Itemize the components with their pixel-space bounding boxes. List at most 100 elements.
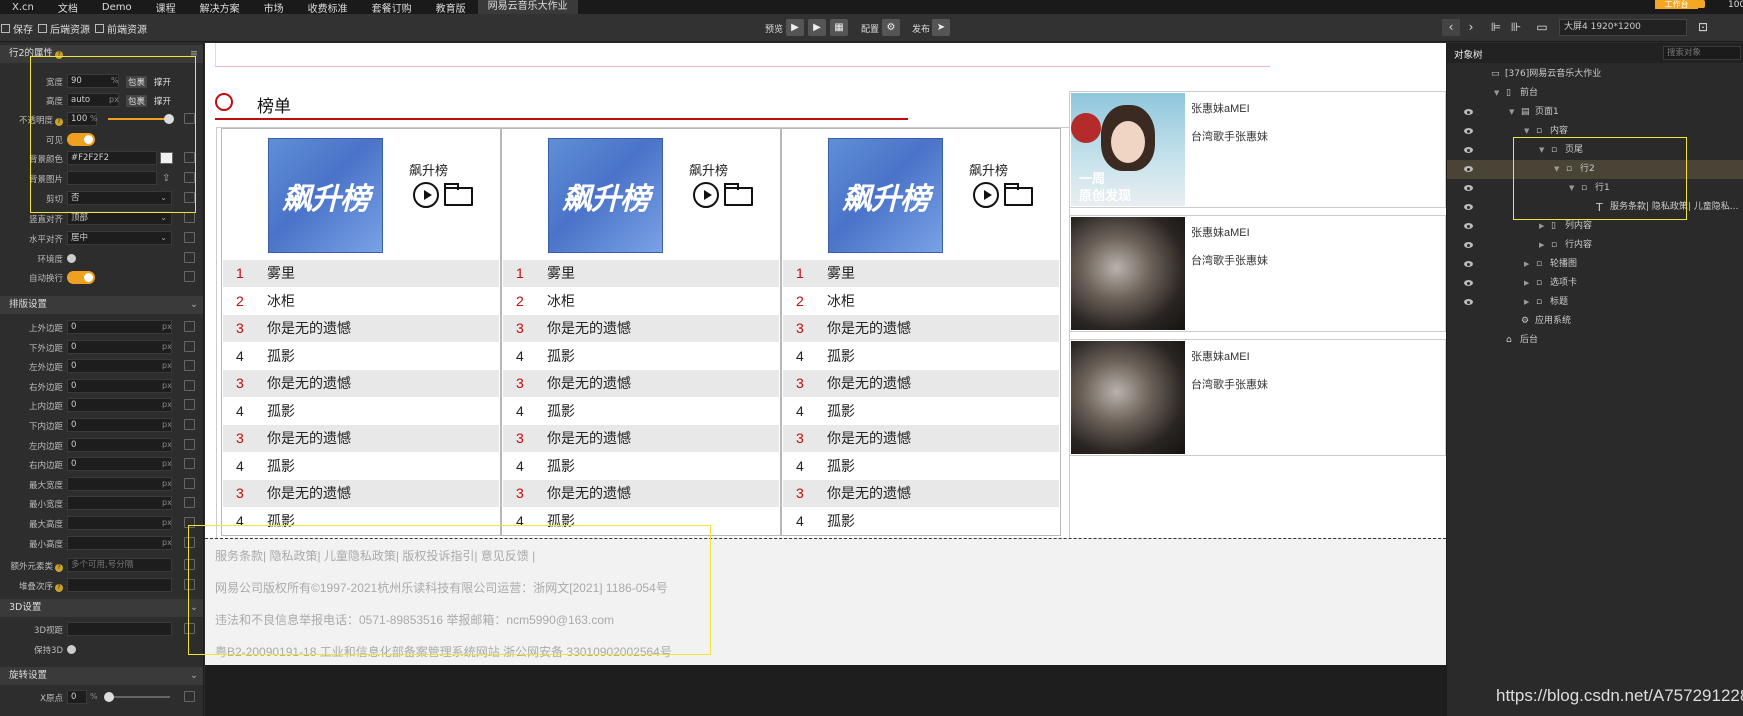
song-row[interactable]: 4 孤影: [503, 343, 779, 370]
view3d-input[interactable]: [67, 622, 172, 636]
copy-icon[interactable]: [184, 497, 195, 509]
object-search-input[interactable]: 搜索对象: [1663, 46, 1741, 60]
song-row[interactable]: 4 孤影: [223, 398, 499, 425]
song-row[interactable]: 3 你是无的遗憾: [503, 480, 779, 507]
extra-class-input[interactable]: 多个可用,号分隔: [67, 558, 172, 572]
halign-select[interactable]: 居中 ⌄: [67, 231, 172, 245]
menu-item-solutions[interactable]: 解决方案: [188, 0, 252, 15]
artist-card[interactable]: 张惠妹aMEI 台湾歌手张惠妹: [1069, 339, 1446, 456]
align-left-icon[interactable]: ⊫: [1487, 19, 1505, 36]
song-row[interactable]: 3 你是无的遗憾: [223, 425, 499, 452]
zindex-input[interactable]: [67, 578, 172, 592]
ranking-cover[interactable]: 飙升榜: [548, 138, 663, 253]
copy-icon[interactable]: [184, 458, 195, 470]
artist-name[interactable]: 张惠妹aMEI: [1191, 224, 1250, 240]
copy-icon[interactable]: [184, 477, 195, 489]
grid-icon[interactable]: ▦: [830, 19, 848, 36]
chevron-icon[interactable]: ▼: [1494, 84, 1499, 103]
layout-input[interactable]: [67, 535, 172, 550]
song-row[interactable]: 2 冰柜: [783, 288, 1059, 315]
copy-icon[interactable]: [184, 212, 195, 223]
song-row[interactable]: 1 雾里: [223, 260, 499, 287]
tree-node[interactable]: ⚙ 应用系统: [1447, 312, 1743, 331]
artist-card[interactable]: 张惠妹aMEI 台湾歌手张惠妹: [1069, 215, 1446, 332]
song-row[interactable]: 3 你是无的遗憾: [783, 480, 1059, 507]
eye-icon[interactable]: [1464, 147, 1473, 153]
tree-node[interactable]: ▭ [376]网易云音乐大作业: [1447, 65, 1743, 84]
workspace-button[interactable]: 工作台: [1655, 0, 1698, 9]
chevron-icon[interactable]: ▶: [1524, 255, 1529, 274]
chevron-icon[interactable]: ▶: [1524, 293, 1529, 312]
layout-input[interactable]: 0: [67, 320, 172, 334]
eye-icon[interactable]: [1464, 280, 1473, 286]
folder-icon[interactable]: [1004, 183, 1033, 206]
fit-icon[interactable]: ⊡: [1694, 19, 1712, 36]
tree-node[interactable]: ▶ ▫ 标题: [1447, 293, 1743, 312]
copy-icon[interactable]: [184, 419, 195, 430]
artist-name[interactable]: 张惠妹aMEI: [1191, 348, 1250, 364]
frontend-resources-button[interactable]: 前端资源: [95, 21, 147, 36]
align-center-icon[interactable]: ⊪: [1507, 19, 1525, 36]
section-3d[interactable]: 3D设置 ⌄: [0, 599, 203, 617]
play-icon[interactable]: ▶: [786, 19, 804, 36]
song-row[interactable]: 4 孤影: [223, 343, 499, 370]
song-row[interactable]: 4 孤影: [783, 453, 1059, 480]
layout-input[interactable]: 0: [67, 418, 172, 432]
eye-icon[interactable]: [1464, 166, 1473, 172]
eye-icon[interactable]: [1464, 128, 1473, 134]
tree-node[interactable]: ⌂ 后台: [1447, 331, 1743, 350]
backend-resources-button[interactable]: 后端资源: [38, 21, 90, 36]
layout-input[interactable]: [67, 476, 172, 491]
valign-select[interactable]: 顶部 ⌄: [67, 211, 172, 225]
menu-item-demo[interactable]: Demo: [90, 2, 144, 13]
xorigin-slider[interactable]: [104, 692, 170, 702]
menu-item-course[interactable]: 课程: [144, 0, 188, 15]
step-play-icon[interactable]: ▶: [808, 19, 826, 36]
song-row[interactable]: 1 雾里: [503, 260, 779, 287]
menu-item-plans[interactable]: 套餐订购: [360, 0, 424, 15]
save-button[interactable]: 保存: [1, 21, 33, 36]
device-select[interactable]: 大屏4 1920*1200: [1559, 19, 1687, 36]
artist-photo[interactable]: [1071, 217, 1185, 330]
song-row[interactable]: 4 孤影: [783, 398, 1059, 425]
copy-icon[interactable]: [184, 340, 195, 352]
sliders-icon[interactable]: ⚙: [882, 19, 900, 36]
artist-photo[interactable]: [1071, 341, 1185, 454]
slider-knob[interactable]: [104, 692, 114, 702]
section-rotate[interactable]: 旋转设置 ⌄: [0, 667, 203, 685]
section-layout[interactable]: 排版设置 ⌄: [0, 296, 203, 314]
layout-input[interactable]: 0: [67, 437, 172, 452]
ranking-cover[interactable]: 飙升榜: [828, 138, 943, 253]
song-row[interactable]: 3 你是无的遗憾: [223, 480, 499, 507]
song-row[interactable]: 3 你是无的遗憾: [783, 370, 1059, 397]
eye-icon[interactable]: [1464, 223, 1473, 229]
eye-icon[interactable]: [1464, 109, 1473, 115]
song-row[interactable]: 4 孤影: [503, 398, 779, 425]
song-row[interactable]: 3 你是无的遗憾: [503, 370, 779, 397]
autowrap-toggle[interactable]: [67, 271, 95, 284]
album-cover[interactable]: 一周 原创发现: [1071, 93, 1185, 206]
song-row[interactable]: 3 你是无的遗憾: [223, 370, 499, 397]
copy-icon[interactable]: [184, 232, 195, 243]
song-row[interactable]: 2 冰柜: [223, 288, 499, 315]
play-icon[interactable]: [693, 182, 719, 208]
eye-icon[interactable]: [1464, 204, 1473, 210]
song-row[interactable]: 3 你是无的遗憾: [503, 315, 779, 342]
song-row[interactable]: 1 雾里: [783, 260, 1059, 287]
song-row[interactable]: 3 你是无的遗憾: [783, 315, 1059, 342]
eye-icon[interactable]: [1464, 261, 1473, 267]
copy-icon[interactable]: [184, 252, 195, 263]
play-icon[interactable]: [413, 182, 439, 208]
copy-icon[interactable]: [184, 271, 195, 282]
tree-node[interactable]: ▶ ▫ 轮播图: [1447, 255, 1743, 274]
chevron-icon[interactable]: ▼: [1509, 103, 1514, 122]
eye-icon[interactable]: [1464, 242, 1473, 248]
chevron-icon[interactable]: ▶: [1524, 274, 1529, 293]
copy-icon[interactable]: [184, 321, 195, 332]
song-row[interactable]: 3 你是无的遗憾: [783, 425, 1059, 452]
project-tab[interactable]: 网易云音乐大作业: [477, 0, 578, 14]
layout-input[interactable]: [67, 496, 172, 511]
copy-icon[interactable]: [184, 399, 195, 411]
artist-name[interactable]: 张惠妹aMEI: [1191, 100, 1250, 116]
song-row[interactable]: 3 你是无的遗憾: [223, 315, 499, 342]
